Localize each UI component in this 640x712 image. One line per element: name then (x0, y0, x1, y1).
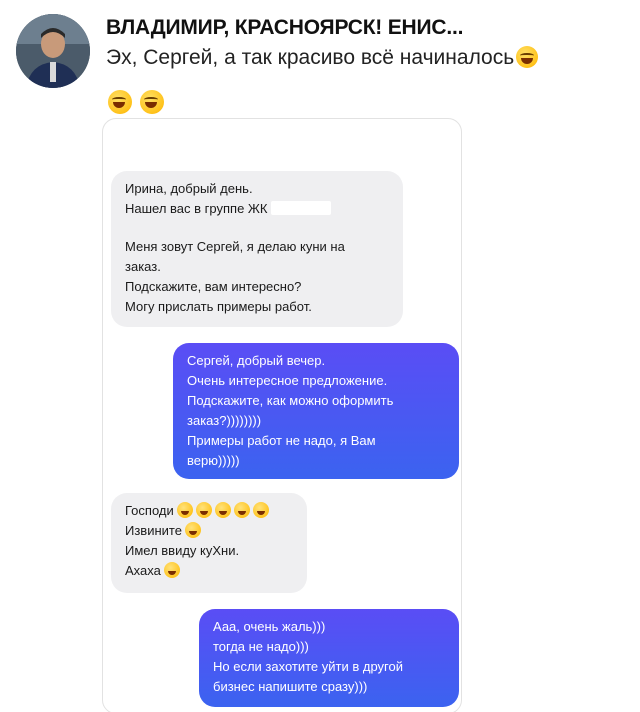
message-line: Ахаха (125, 561, 293, 581)
rolling-on-floor-laughing-icon (516, 46, 539, 68)
post-screen: ВЛАДИМИР, КРАСНОЯРСК! ЕНИС... Эх, Сергей… (0, 0, 640, 712)
grinning-sweat-icon (214, 502, 231, 518)
message-line: Ааа, очень жаль))) (213, 619, 326, 634)
message-line: Могу прислать примеры работ. (125, 299, 312, 314)
chat-message-outgoing: Сергей, добрый вечер. Очень интересное п… (173, 343, 459, 479)
message-line: Примеры работ не надо, я Вам (187, 433, 376, 448)
message-line: Сергей, добрый вечер. (187, 353, 326, 368)
message-line: Извините (125, 521, 293, 541)
grinning-sweat-icon (195, 502, 212, 518)
post-header: ВЛАДИМИР, КРАСНОЯРСК! ЕНИС... Эх, Сергей… (16, 10, 626, 114)
message-line: Но если захотите уйти в другой (213, 659, 403, 674)
crying-cat-icon (163, 562, 180, 578)
message-line: Меня зовут Сергей, я делаю куни на (125, 239, 345, 254)
grinning-sweat-icon (233, 502, 250, 518)
message-line: заказ. (125, 259, 161, 274)
message-line: Господи (125, 501, 293, 521)
message-line: верю))))) (187, 453, 240, 468)
post-caption: Эх, Сергей, а так красиво всё начиналось (106, 44, 626, 71)
chat-message-incoming: Господи Извините Имел ввиду куХни. Ахаха (111, 493, 307, 593)
message-line: тогда не надо))) (213, 639, 309, 654)
author-name[interactable]: ВЛАДИМИР, КРАСНОЯРСК! ЕНИС... (106, 16, 463, 40)
message-line: Подскажите, вам интересно? (125, 279, 302, 294)
chat-message-outgoing: Ааа, очень жаль))) тогда не надо))) Но е… (199, 609, 459, 707)
chat-message-incoming: Ирина, добрый день. Нашел вас в группе Ж… (111, 171, 403, 327)
rolling-on-floor-laughing-icon (140, 90, 165, 114)
zany-face-icon (184, 522, 201, 538)
grinning-sweat-icon (252, 502, 269, 518)
message-line: Ирина, добрый день. (125, 181, 253, 196)
caption-emoji-row (106, 90, 166, 115)
message-line: Имел ввиду куХни. (125, 543, 240, 558)
message-line: Очень интересное предложение. (187, 373, 388, 388)
author-avatar[interactable] (16, 14, 90, 88)
message-line: Нашел вас в группе ЖК (125, 199, 389, 219)
rolling-on-floor-laughing-icon (108, 90, 132, 114)
message-line: заказ?)))))))) (187, 413, 262, 428)
message-line: бизнес напишите сразу))) (213, 679, 368, 694)
message-line: Подскажите, как можно оформить (187, 393, 394, 408)
chat-screenshot: Ирина, добрый день. Нашел вас в группе Ж… (102, 118, 462, 712)
caption-text: Эх, Сергей, а так красиво всё начиналось (106, 46, 515, 69)
grinning-sweat-icon (176, 502, 193, 518)
avatar-photo-icon (16, 14, 90, 88)
redacted-text (271, 201, 332, 215)
